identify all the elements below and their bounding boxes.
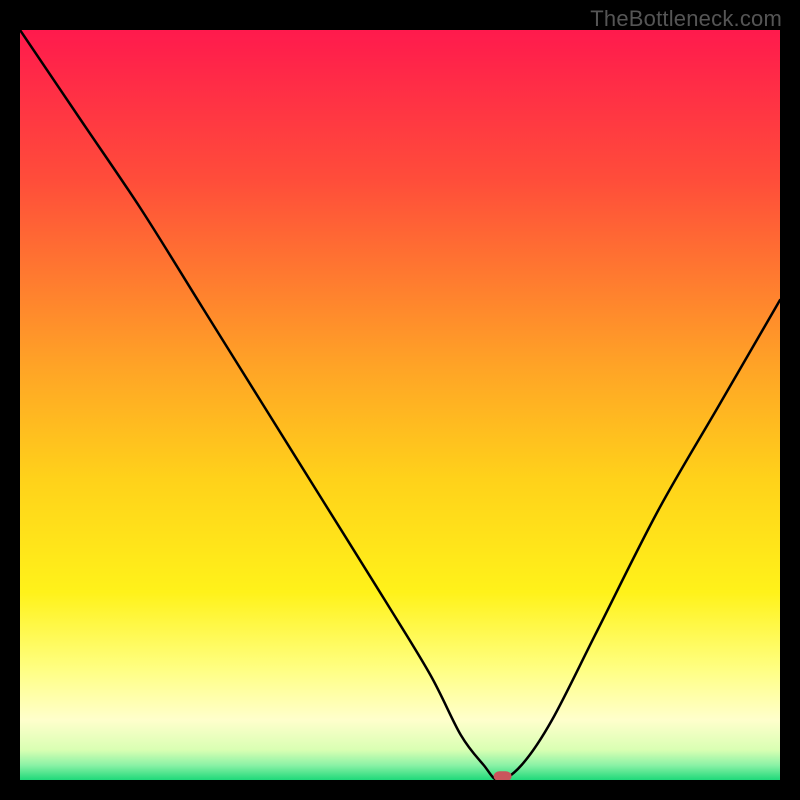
chart-plot — [20, 30, 780, 780]
chart-svg — [20, 30, 780, 780]
watermark-label: TheBottleneck.com — [590, 6, 782, 32]
gradient-background — [20, 30, 780, 780]
optimal-marker — [494, 771, 512, 780]
chart-stage: TheBottleneck.com — [0, 0, 800, 800]
